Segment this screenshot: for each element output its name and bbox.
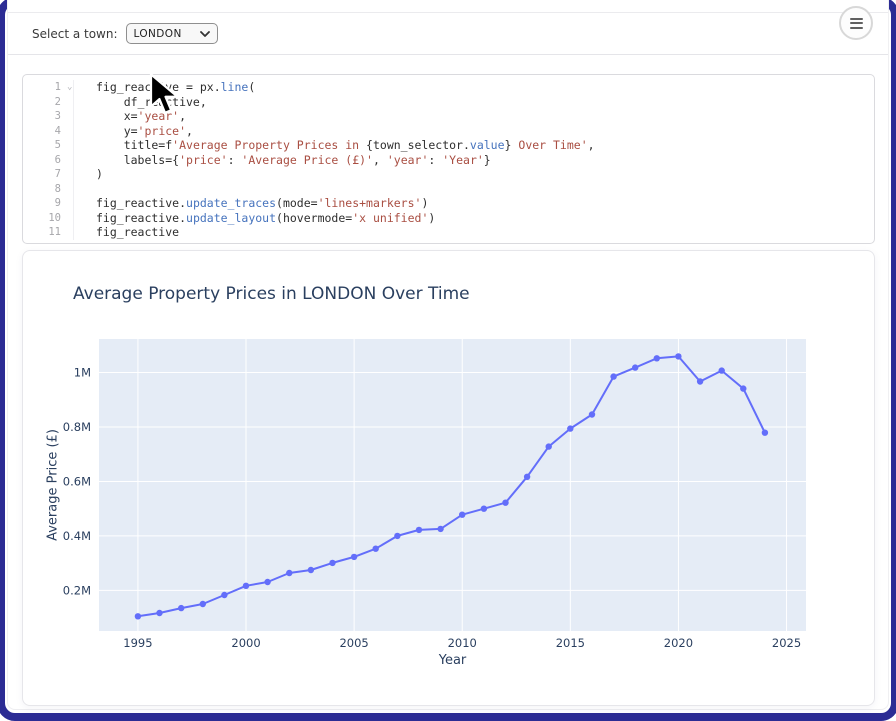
svg-text:0.6M: 0.6M	[63, 474, 91, 488]
x-axis-title: Year	[99, 653, 806, 668]
svg-text:2015: 2015	[556, 636, 585, 650]
town-select[interactable]: LONDON	[126, 23, 218, 44]
svg-text:1M: 1M	[74, 366, 91, 380]
arrow-pointer-icon	[148, 73, 182, 115]
svg-text:2000: 2000	[231, 636, 260, 650]
code-line: 8	[23, 182, 874, 197]
code-line: 4 y='price',	[23, 124, 874, 139]
code-line: 11fig_reactive	[23, 225, 874, 240]
town-selector-toolbar: Select a town: LONDON	[8, 12, 888, 55]
chart-plot-area[interactable]: 1995 2000 2005 2010 2015 2020 2025 0.2M 0.4M 0.6M…	[23, 251, 874, 681]
menu-button[interactable]	[839, 6, 873, 40]
town-selector-label: Select a town:	[32, 27, 118, 41]
svg-text:1995: 1995	[123, 636, 152, 650]
fold-chevron-icon[interactable]: ⌄	[67, 80, 72, 95]
svg-text:2025: 2025	[772, 636, 801, 650]
chevron-down-icon	[200, 31, 210, 37]
code-line: 9fig_reactive.update_traces(mode='lines+…	[23, 196, 874, 211]
svg-text:0.2M: 0.2M	[63, 583, 91, 597]
code-line: 7)	[23, 167, 874, 182]
code-line: 6 labels={'price': 'Average Price (£)', …	[23, 153, 874, 168]
svg-text:2020: 2020	[664, 636, 693, 650]
town-select-value: LONDON	[134, 28, 200, 40]
svg-text:2010: 2010	[448, 636, 477, 650]
svg-text:2005: 2005	[339, 636, 368, 650]
svg-text:0.4M: 0.4M	[63, 529, 91, 543]
chart-card: Average Property Prices in LONDON Over T…	[22, 250, 875, 706]
code-line: 10fig_reactive.update_layout(hovermode='…	[23, 211, 874, 226]
code-line: 5 title=f'Average Property Prices in {to…	[23, 138, 874, 153]
svg-text:0.8M: 0.8M	[63, 420, 91, 434]
y-axis-title: Average Price (£)	[46, 429, 61, 541]
